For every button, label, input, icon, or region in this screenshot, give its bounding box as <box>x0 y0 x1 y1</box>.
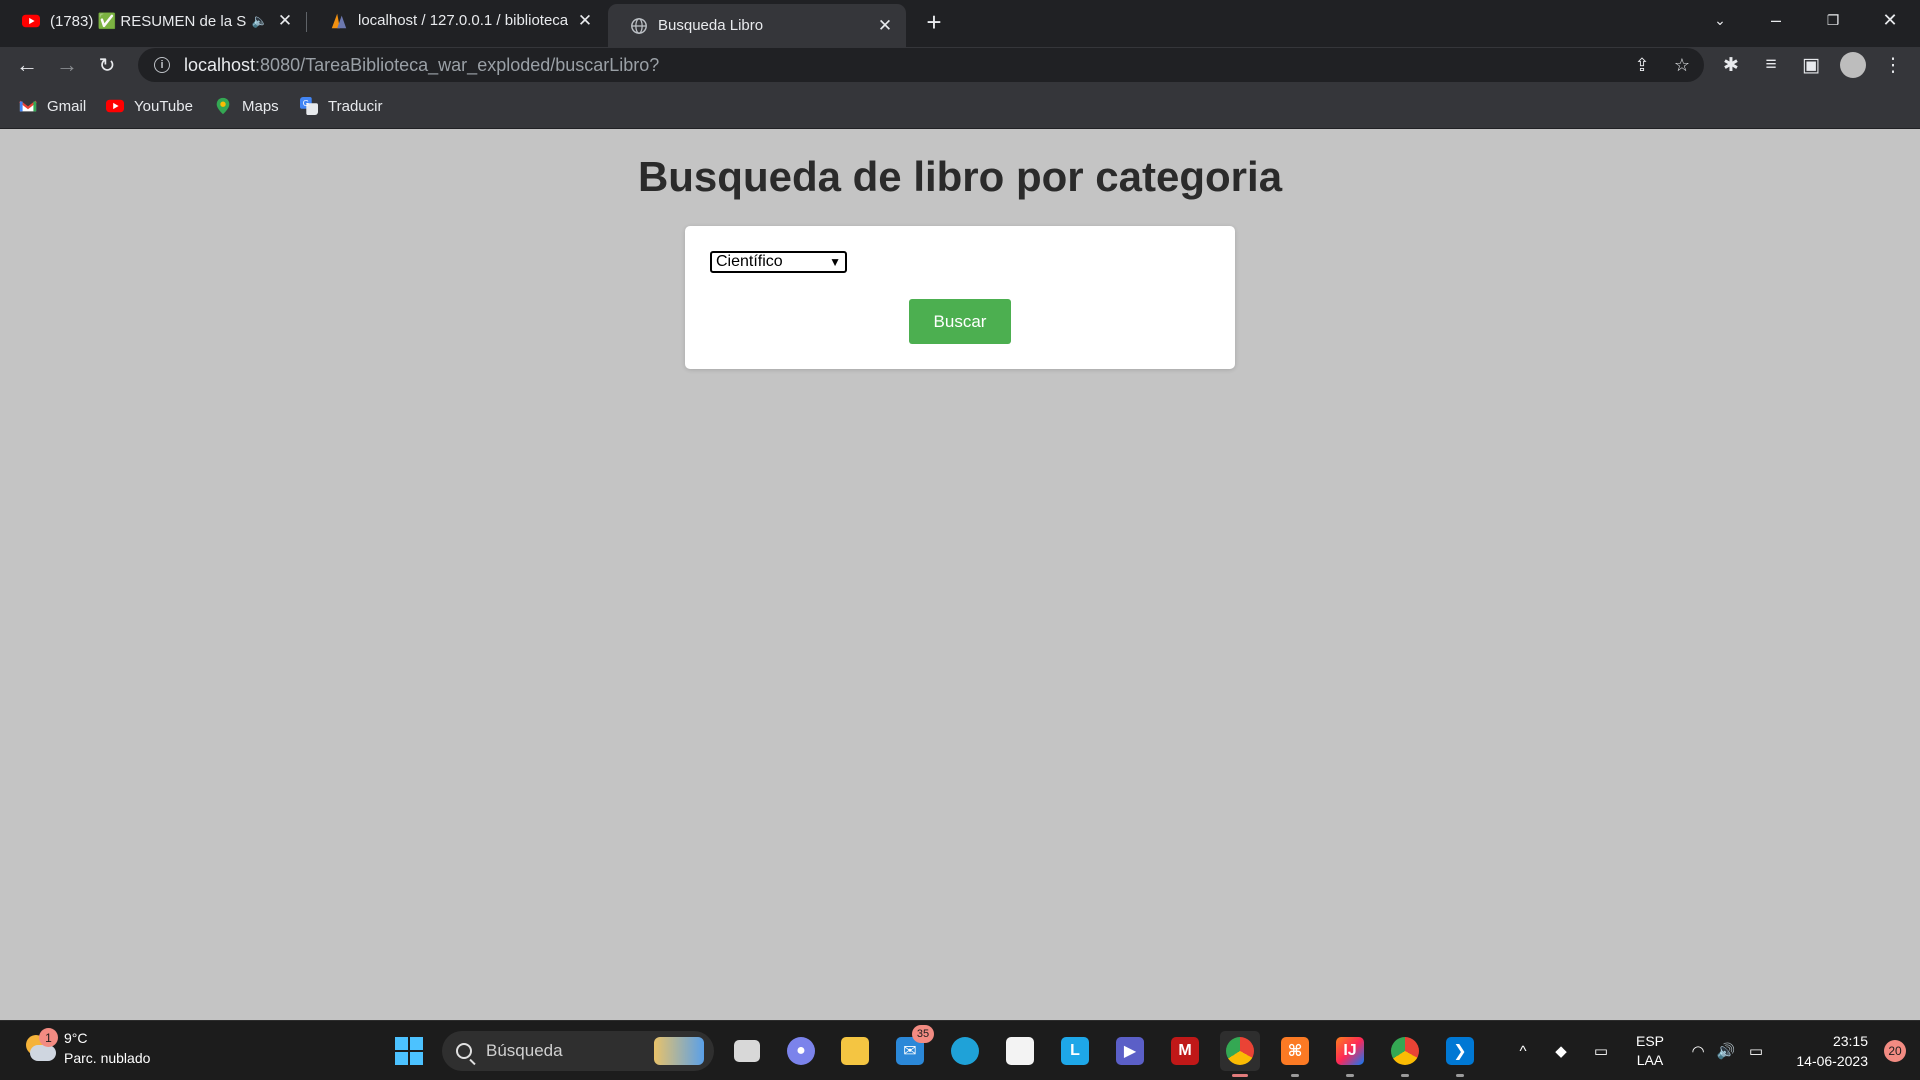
page-title: Busqueda de libro por categoria <box>637 153 1283 200</box>
lens-app-icon[interactable]: L <box>1055 1031 1095 1071</box>
url-path: :8080/TareaBiblioteca_war_exploded/busca… <box>255 54 660 75</box>
tray-overflow-icon[interactable]: ^ <box>1510 1021 1536 1080</box>
mcafee-icon[interactable]: M <box>1165 1031 1205 1071</box>
bookmark-label: Maps <box>242 97 279 115</box>
weather-widget[interactable]: 1 9°C Parc. nublado <box>24 1028 150 1068</box>
battery-icon[interactable]: ▭ <box>1742 1021 1770 1080</box>
wifi-icon[interactable]: ◠ <box>1684 1021 1712 1080</box>
phpmyadmin-icon <box>331 13 347 28</box>
gmail-icon <box>19 100 37 112</box>
search-highlight-icon <box>654 1037 704 1065</box>
globe-icon <box>631 17 647 34</box>
edge-icon[interactable] <box>945 1031 985 1071</box>
browser-tab-strip: (1783) ✅ RESUMEN de la SE 🔈 ✕ localhost … <box>0 0 1920 47</box>
windows-logo-icon <box>395 1037 423 1065</box>
notification-badge[interactable]: 20 <box>1884 1040 1906 1062</box>
browser-toolbar: ← → ↻ i localhost:8080/TareaBiblioteca_w… <box>0 47 1920 83</box>
taskbar-search-label: Búsqueda <box>486 1041 563 1060</box>
bookmarks-bar: Gmail YouTube Maps G Traducir <box>0 83 1920 129</box>
tab-title: Busqueda Libro <box>658 17 764 34</box>
search-icon <box>456 1043 472 1059</box>
mail-icon[interactable]: ✉ 35 <box>890 1025 934 1071</box>
bookmark-gmail[interactable]: Gmail <box>19 83 86 129</box>
weather-temp: 9°C <box>64 1030 88 1046</box>
clock-time: 23:15 <box>1832 1033 1868 1049</box>
chevron-down-icon: ▼ <box>829 255 841 269</box>
svg-text:G: G <box>303 99 309 108</box>
menu-kebab-icon[interactable]: ⋮ <box>1876 47 1910 83</box>
restore-icon[interactable]: ❐ <box>1817 2 1849 38</box>
volume-icon[interactable]: 🔊 <box>1712 1021 1740 1080</box>
input-language[interactable]: ESP LAA <box>1630 1021 1670 1080</box>
tab-divider <box>306 12 307 32</box>
bookmark-label: Traducir <box>328 97 383 115</box>
tab-busqueda-libro[interactable]: Busqueda Libro ✕ <box>608 4 906 47</box>
category-select[interactable]: Científico ▼ <box>710 251 847 273</box>
taskbar-search[interactable]: Búsqueda <box>442 1031 714 1071</box>
copilot-icon[interactable]: ▶ <box>1110 1031 1150 1071</box>
lang-layout: LAA <box>1636 1052 1664 1068</box>
tab-youtube[interactable]: (1783) ✅ RESUMEN de la SE 🔈 ✕ <box>0 0 306 41</box>
media-control-icon[interactable]: ≡ <box>1754 47 1788 83</box>
task-view-icon[interactable] <box>727 1031 767 1071</box>
bookmark-label: YouTube <box>134 97 193 115</box>
mail-count-badge: 35 <box>912 1025 934 1043</box>
touch-keyboard-icon[interactable]: ▭ <box>1588 1021 1614 1080</box>
lang-code: ESP <box>1635 1033 1664 1049</box>
tab-title: localhost / 127.0.0.1 / bibliotecad <box>358 12 568 29</box>
dropbox-icon[interactable]: ◆ <box>1548 1021 1574 1080</box>
vscode-icon[interactable]: ❯ <box>1440 1031 1480 1077</box>
tab-phpmyadmin[interactable]: localhost / 127.0.0.1 / bibliotecad ✕ <box>308 0 606 41</box>
youtube-icon <box>22 14 40 27</box>
category-selected-value: Científico <box>716 253 783 270</box>
search-form-card: Científico ▼ Buscar <box>685 226 1235 369</box>
bookmark-maps[interactable]: Maps <box>214 83 279 129</box>
profile-avatar[interactable] <box>1836 47 1870 83</box>
bookmark-youtube[interactable]: YouTube <box>106 83 193 129</box>
url-host: localhost <box>184 54 256 75</box>
youtube-icon <box>106 99 124 113</box>
chrome-profile-icon[interactable] <box>1385 1031 1425 1077</box>
intellij-icon[interactable]: IJ <box>1330 1031 1370 1077</box>
search-button[interactable]: Buscar <box>909 299 1011 344</box>
extensions-icon[interactable]: ✱ <box>1714 47 1748 83</box>
chrome-icon[interactable] <box>1220 1031 1260 1077</box>
start-menu-button[interactable] <box>389 1031 429 1071</box>
new-tab-icon[interactable]: + <box>918 4 950 40</box>
maps-icon <box>216 97 230 115</box>
close-tab-icon[interactable]: ✕ <box>576 11 594 30</box>
close-tab-icon[interactable]: ✕ <box>276 11 294 30</box>
windows-taskbar: 1 9°C Parc. nublado Búsqueda ● ✉ 35 L ▶ M… <box>0 1020 1920 1080</box>
xampp-icon[interactable]: ⌘ <box>1275 1031 1315 1077</box>
site-info-icon[interactable]: i <box>154 57 170 73</box>
side-panel-icon[interactable]: ▣ <box>1794 47 1828 83</box>
close-tab-icon[interactable]: ✕ <box>876 16 894 35</box>
page-viewport: Busqueda de libro por categoria Científi… <box>0 129 1920 1020</box>
weather-desc: Parc. nublado <box>64 1050 151 1066</box>
clock-date: 14-06-2023 <box>1796 1053 1868 1069</box>
file-explorer-icon[interactable] <box>835 1031 875 1071</box>
minimize-icon[interactable]: – <box>1760 2 1792 38</box>
teams-chat-icon[interactable]: ● <box>781 1031 821 1071</box>
microsoft-store-icon[interactable] <box>1000 1031 1040 1071</box>
close-window-icon[interactable]: ✕ <box>1874 2 1906 38</box>
system-clock[interactable]: 23:15 14-06-2023 <box>1796 1031 1868 1071</box>
back-icon[interactable]: ← <box>11 47 43 83</box>
partly-cloudy-icon: 1 <box>24 1028 58 1065</box>
address-bar[interactable]: i localhost:8080/TareaBiblioteca_war_exp… <box>138 48 1704 82</box>
forward-icon[interactable]: → <box>51 47 83 83</box>
speaker-icon[interactable]: 🔈 <box>252 13 268 29</box>
translate-icon: G <box>300 97 318 115</box>
tab-search-chevron-icon[interactable]: ⌄ <box>1704 2 1736 38</box>
tab-title: (1783) ✅ RESUMEN de la SE <box>50 12 246 30</box>
bookmark-traducir[interactable]: G Traducir <box>300 83 382 129</box>
share-icon[interactable]: ⇪ <box>1626 48 1658 82</box>
bookmark-label: Gmail <box>47 97 87 115</box>
reload-icon[interactable]: ↻ <box>91 47 123 83</box>
bookmark-star-icon[interactable]: ☆ <box>1666 48 1698 82</box>
weather-badge: 1 <box>39 1028 58 1047</box>
